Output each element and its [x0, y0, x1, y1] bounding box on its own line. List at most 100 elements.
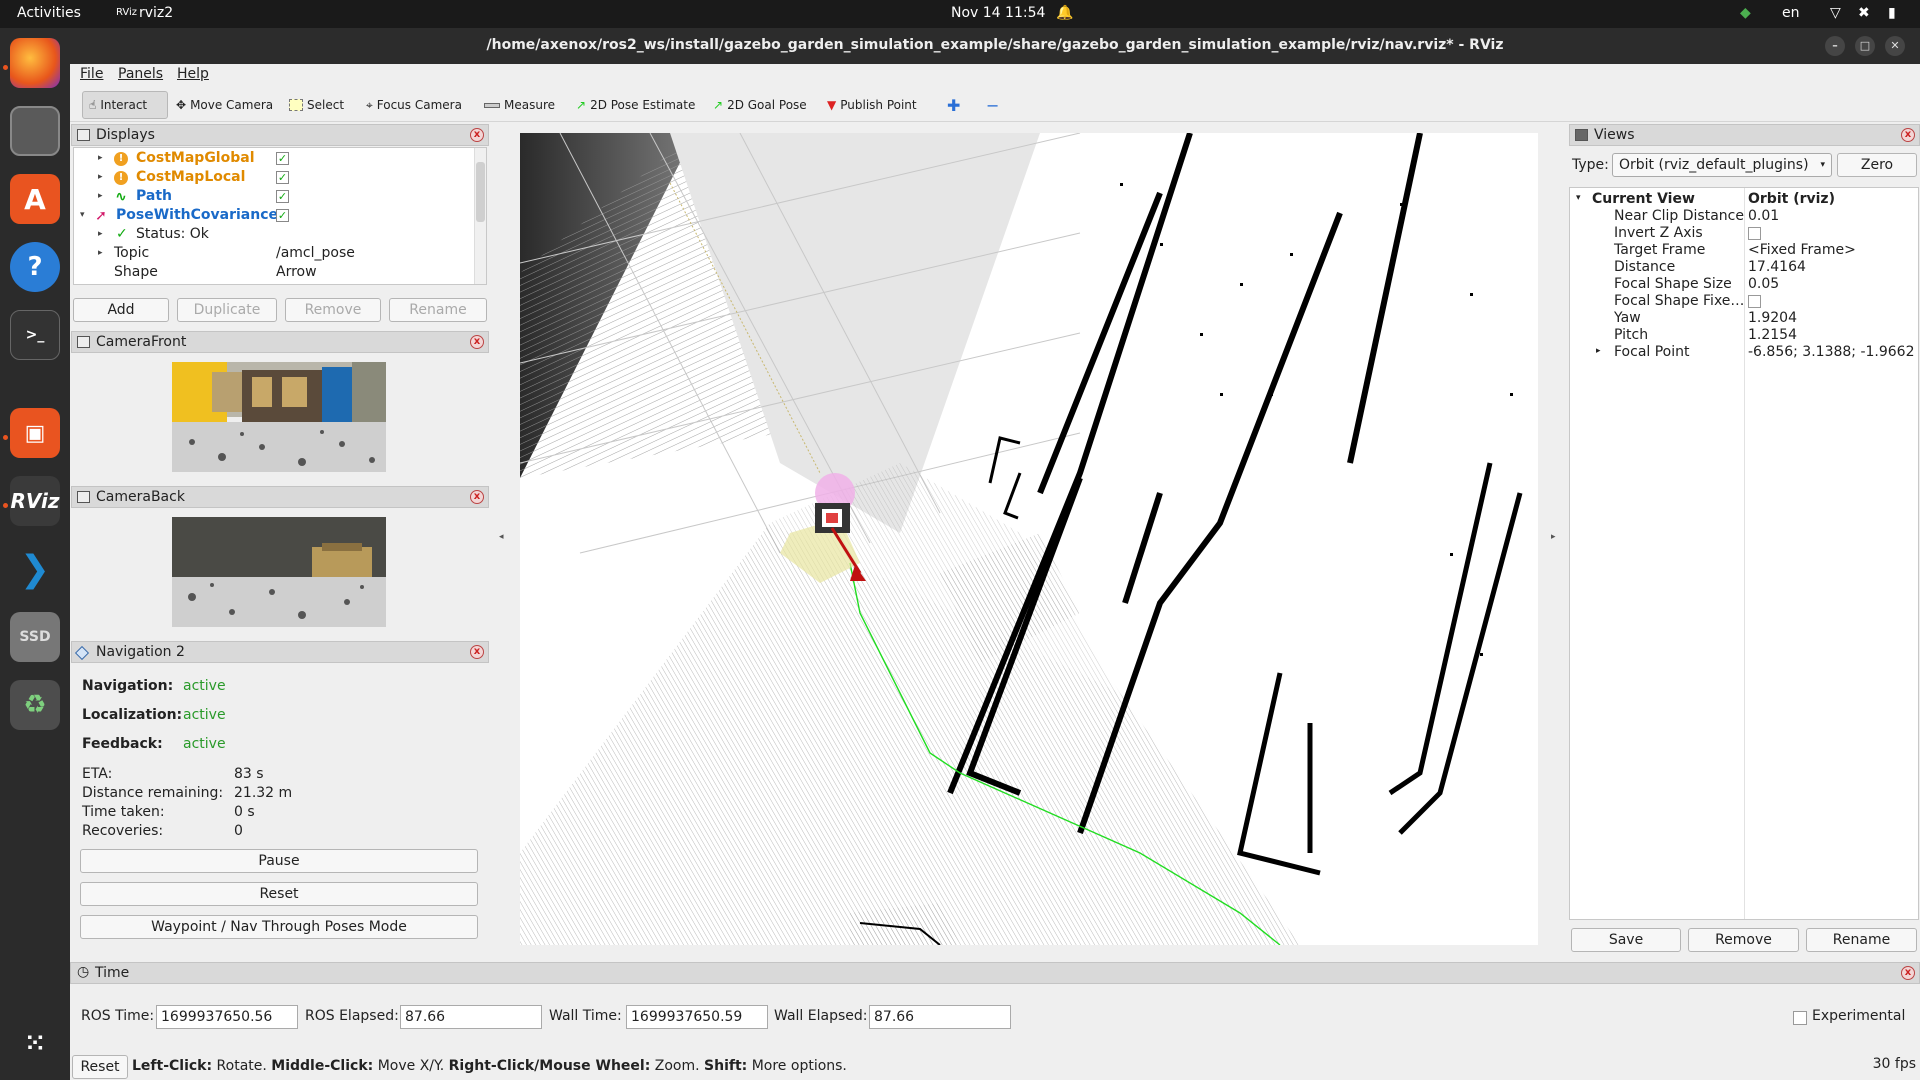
- collapse-right-handle[interactable]: ▸: [1551, 532, 1556, 542]
- current-view-row[interactable]: ▾ Current View Orbit (rviz): [1570, 191, 1918, 208]
- collapse-left-handle[interactable]: ◂: [499, 532, 504, 542]
- rename-button[interactable]: Rename: [389, 298, 487, 322]
- duplicate-button[interactable]: Duplicate: [177, 298, 277, 322]
- collapse-arrow-icon[interactable]: ▾: [80, 210, 85, 220]
- interact-tool[interactable]: ☝ Interact: [82, 91, 168, 119]
- remove-button[interactable]: Remove: [285, 298, 381, 322]
- close-panel-icon[interactable]: x: [470, 335, 484, 349]
- help-icon[interactable]: ?: [10, 242, 60, 292]
- topic-value[interactable]: /amcl_pose: [276, 245, 355, 261]
- vscode-icon[interactable]: ❯: [10, 544, 60, 594]
- experimental-checkbox[interactable]: [1793, 1011, 1807, 1025]
- measure-tool[interactable]: Measure: [478, 91, 561, 119]
- visibility-checkbox[interactable]: ✓: [276, 209, 289, 222]
- nav-reset-button[interactable]: Reset: [80, 882, 478, 906]
- firefox-icon[interactable]: [10, 38, 60, 88]
- clock[interactable]: Nov 14 11:54: [951, 5, 1045, 21]
- prop-value[interactable]: 1.9204: [1748, 310, 1797, 326]
- view-prop-row[interactable]: Invert Z Axis: [1570, 225, 1918, 242]
- focus-camera-tool[interactable]: ⌖ Focus Camera: [360, 91, 468, 119]
- trash-icon[interactable]: ♻: [10, 680, 60, 730]
- menu-panels[interactable]: Panels: [118, 66, 163, 82]
- view-prop-row[interactable]: Pitch 1.2154: [1570, 327, 1918, 344]
- prop-value[interactable]: <Fixed Frame>: [1748, 242, 1856, 258]
- reset-button[interactable]: Reset: [72, 1055, 128, 1079]
- battery-icon[interactable]: ▮: [1888, 5, 1896, 21]
- shield-icon[interactable]: ◆: [1740, 5, 1751, 21]
- close-panel-icon[interactable]: x: [470, 490, 484, 504]
- close-panel-icon[interactable]: x: [1901, 128, 1915, 142]
- tree-item-path[interactable]: ▸ ∿ Path ✓: [74, 188, 474, 206]
- visibility-checkbox[interactable]: ✓: [276, 171, 289, 184]
- collapse-arrow-icon[interactable]: ▾: [1576, 193, 1581, 203]
- add-display-button[interactable]: Add: [73, 298, 169, 322]
- add-tool-icon[interactable]: ✚: [941, 91, 966, 119]
- close-panel-icon[interactable]: x: [470, 128, 484, 142]
- tree-item-status[interactable]: ▸ ✓ Status: Ok: [74, 226, 474, 244]
- maximize-icon[interactable]: □: [1855, 36, 1875, 56]
- wall-time-field[interactable]: 1699937650.59: [626, 1005, 768, 1029]
- terminal-icon[interactable]: >_: [10, 310, 60, 360]
- rviz-icon[interactable]: RViz: [10, 476, 60, 526]
- expand-arrow-icon[interactable]: ▸: [98, 172, 103, 182]
- tree-item-shape[interactable]: Shape Arrow: [74, 264, 474, 282]
- app-menu-icon[interactable]: RViz: [116, 7, 137, 18]
- volume-muted-icon[interactable]: ✖: [1858, 5, 1870, 21]
- pose-estimate-tool[interactable]: ↗ 2D Pose Estimate: [570, 91, 701, 119]
- views-tree[interactable]: ▾ Current View Orbit (rviz) Near Clip Di…: [1569, 187, 1919, 920]
- shape-value[interactable]: Arrow: [276, 264, 317, 280]
- tree-item-topic[interactable]: ▸ Topic /amcl_pose: [74, 245, 474, 263]
- close-panel-icon[interactable]: x: [1901, 966, 1915, 980]
- tree-item-costmapglobal[interactable]: ▸ ! CostMapGlobal ✓: [74, 150, 474, 168]
- remove-tool-icon[interactable]: −: [980, 91, 1005, 119]
- goal-pose-tool[interactable]: ↗ 2D Goal Pose: [707, 91, 813, 119]
- move-camera-tool[interactable]: ✥ Move Camera: [170, 91, 279, 119]
- prop-value[interactable]: -6.856; 3.1388; -1.9662: [1748, 344, 1915, 360]
- view-prop-row[interactable]: ▸ Focal Point -6.856; 3.1388; -1.9662: [1570, 344, 1918, 361]
- waypoint-mode-button[interactable]: Waypoint / Nav Through Poses Mode: [80, 915, 478, 939]
- remove-view-button[interactable]: Remove: [1688, 928, 1799, 952]
- prop-value[interactable]: 0.05: [1748, 276, 1779, 292]
- zero-button[interactable]: Zero: [1837, 153, 1917, 177]
- files-icon[interactable]: [10, 106, 60, 156]
- close-icon[interactable]: ✕: [1885, 36, 1905, 56]
- ros-elapsed-field[interactable]: 87.66: [400, 1005, 542, 1029]
- select-tool[interactable]: Select: [283, 91, 350, 119]
- minimize-icon[interactable]: –: [1825, 36, 1845, 56]
- prop-value[interactable]: 17.4164: [1748, 259, 1806, 275]
- view-prop-row[interactable]: Near Clip Distance 0.01: [1570, 208, 1918, 225]
- store-box-icon[interactable]: ▣: [10, 408, 60, 458]
- menu-file[interactable]: File: [80, 66, 103, 82]
- menu-help[interactable]: Help: [177, 66, 209, 82]
- save-view-button[interactable]: Save: [1571, 928, 1681, 952]
- expand-arrow-icon[interactable]: ▸: [98, 248, 103, 258]
- view-prop-row[interactable]: Yaw 1.9204: [1570, 310, 1918, 327]
- software-center-icon[interactable]: A: [10, 174, 60, 224]
- activities-button[interactable]: Activities: [17, 5, 81, 21]
- vertical-scrollbar[interactable]: [474, 148, 486, 284]
- view-prop-row[interactable]: Target Frame <Fixed Frame>: [1570, 242, 1918, 259]
- ssd-drive-icon[interactable]: SSD: [10, 612, 60, 662]
- tree-item-posewithcovariance[interactable]: ▾ ➚ PoseWithCovariance ✓: [74, 207, 474, 225]
- 3d-viewport[interactable]: [520, 133, 1538, 945]
- show-apps-icon[interactable]: ⁙: [10, 1018, 60, 1068]
- expand-arrow-icon[interactable]: ▸: [98, 229, 103, 239]
- prop-value[interactable]: 1.2154: [1748, 327, 1797, 343]
- wifi-icon[interactable]: ▽: [1830, 5, 1841, 21]
- view-prop-row[interactable]: Focal Shape Size 0.05: [1570, 276, 1918, 293]
- focal-shape-fixed-checkbox[interactable]: [1748, 295, 1761, 308]
- visibility-checkbox[interactable]: ✓: [276, 190, 289, 203]
- language-indicator[interactable]: en: [1782, 5, 1800, 21]
- publish-point-tool[interactable]: ▼ Publish Point: [821, 91, 923, 119]
- app-menu-label[interactable]: rviz2: [139, 5, 173, 21]
- wall-elapsed-field[interactable]: 87.66: [869, 1005, 1011, 1029]
- ros-time-field[interactable]: 1699937650.56: [156, 1005, 298, 1029]
- prop-value[interactable]: 0.01: [1748, 208, 1779, 224]
- close-panel-icon[interactable]: x: [470, 645, 484, 659]
- expand-arrow-icon[interactable]: ▸: [98, 191, 103, 201]
- window-title-bar[interactable]: /home/axenox/ros2_ws/install/gazebo_gard…: [70, 28, 1920, 64]
- visibility-checkbox[interactable]: ✓: [276, 152, 289, 165]
- pause-button[interactable]: Pause: [80, 849, 478, 873]
- view-prop-row[interactable]: Focal Shape Fixe…: [1570, 293, 1918, 310]
- displays-tree[interactable]: ▸ ! CostMapGlobal ✓ ▸ ! CostMapLocal ✓ ▸…: [73, 147, 487, 285]
